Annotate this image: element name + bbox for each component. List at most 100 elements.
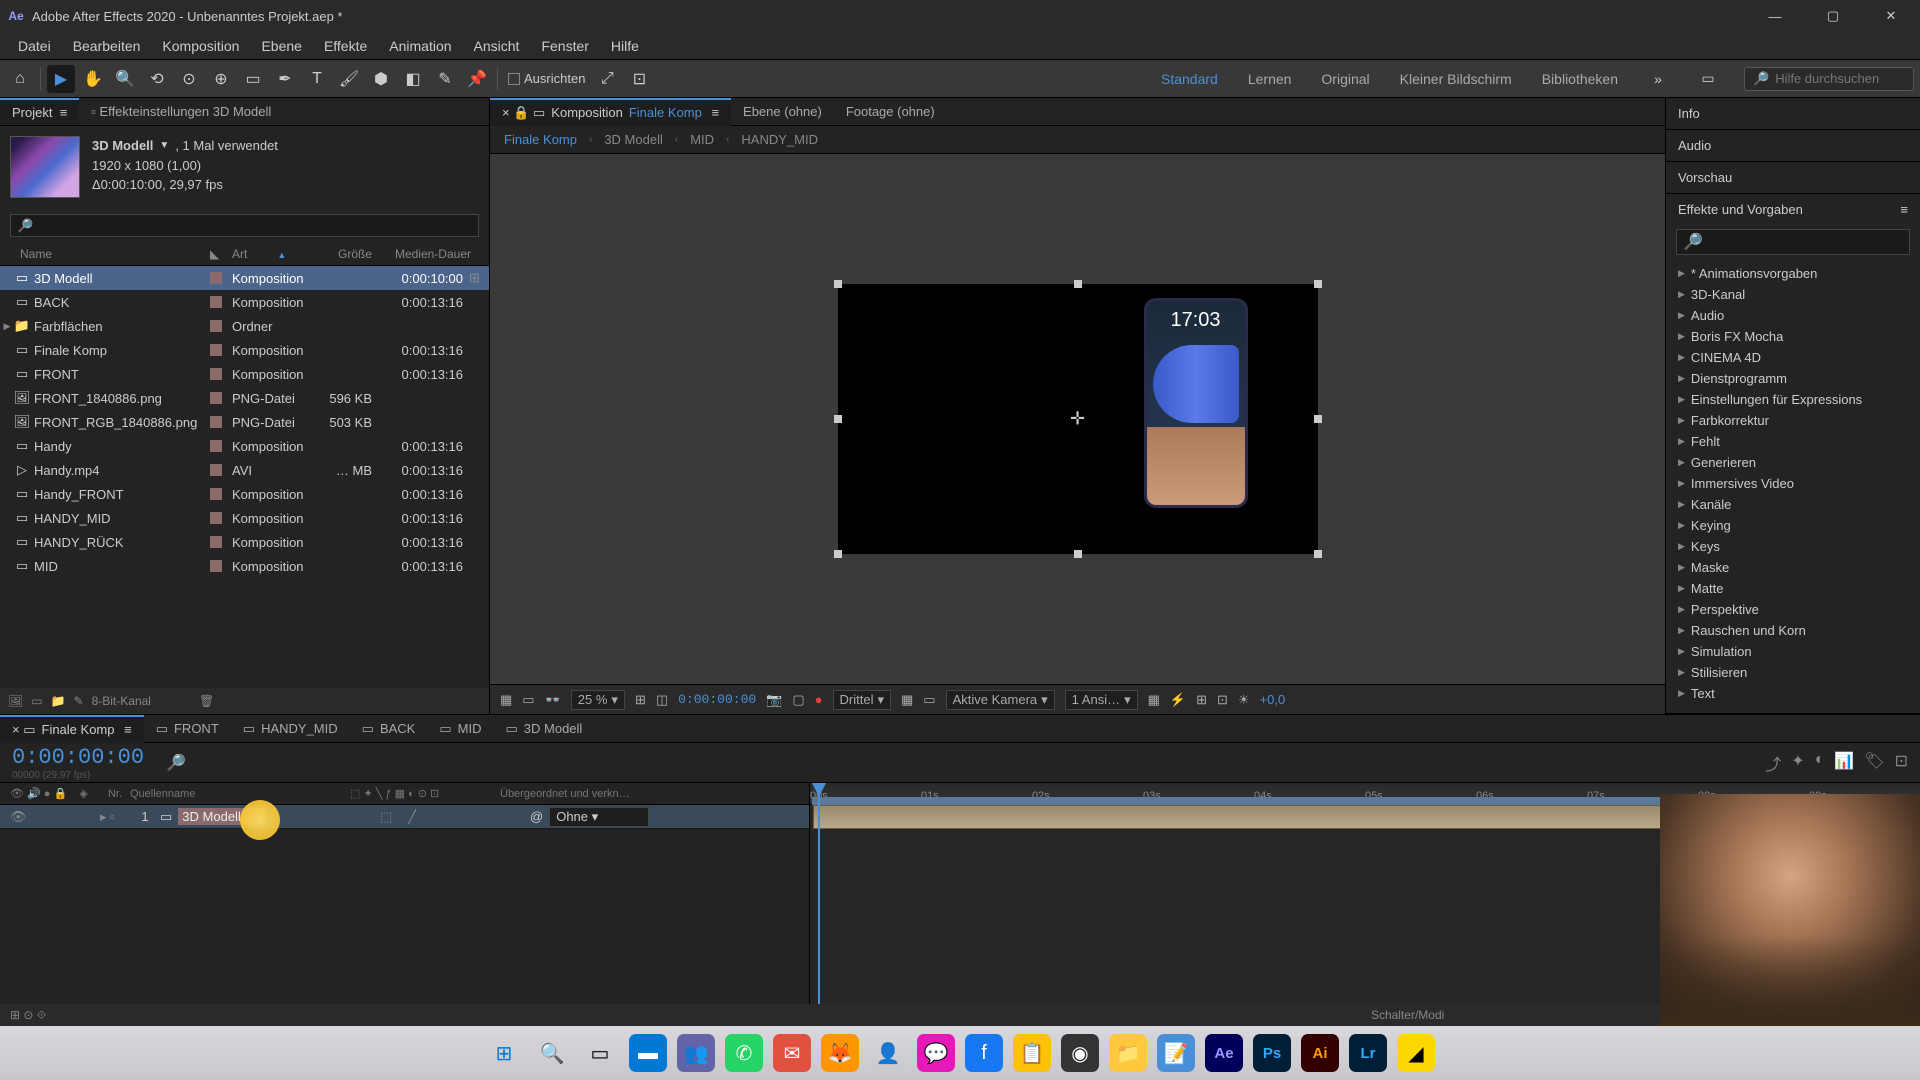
handle-br[interactable] [1314,550,1322,558]
teams-icon[interactable]: 👥 [677,1034,715,1072]
zoom-tool-icon[interactable]: 🔍 [111,65,139,93]
workspace-standard[interactable]: Standard [1157,69,1222,89]
start-icon[interactable]: ⊞ [485,1034,523,1072]
effect-category[interactable]: ▶Rauschen und Korn [1666,620,1920,641]
menu-hilfe[interactable]: Hilfe [601,34,649,58]
project-item[interactable]: ▭HANDY_MIDKomposition0:00:13:16 [0,506,489,530]
tab-projekt[interactable]: Projekt ≡ [0,98,79,125]
app-icon-3[interactable]: ◢ [1397,1034,1435,1072]
menu-fenster[interactable]: Fenster [531,34,598,58]
crumb-0[interactable]: Finale Komp [504,132,577,147]
rect-tool-icon[interactable]: ▭ [239,65,267,93]
facebook-icon[interactable]: f [965,1034,1003,1072]
switch-mode[interactable]: Schalter/Modi [1371,1008,1444,1022]
playhead[interactable] [818,783,820,1004]
tab-effect-settings[interactable]: ▫ Effekteinstellungen 3D Modell [79,99,283,124]
handle-tl[interactable] [834,280,842,288]
effect-category[interactable]: ▶CINEMA 4D [1666,347,1920,368]
trash-icon[interactable]: 🗑 [199,694,214,708]
ae-icon[interactable]: Ae [1205,1034,1243,1072]
workspace-more-icon[interactable]: » [1644,65,1672,93]
help-search[interactable]: 🔎 Hilfe durchsuchen [1744,67,1914,91]
adjust-icon[interactable]: ✎ [74,694,84,708]
vf-pixel-icon[interactable]: ▦ [1148,692,1160,708]
new-folder-icon[interactable]: 📁 [51,694,66,708]
tl-graph-icon[interactable]: 📊 [1834,751,1854,775]
effect-category[interactable]: ▶Keys [1666,536,1920,557]
resolution-dropdown[interactable]: Drittel ▾ [833,690,891,710]
project-item[interactable]: ▭HANDY_RÜCKKomposition0:00:13:16 [0,530,489,554]
menu-ansicht[interactable]: Ansicht [464,34,530,58]
tl-toggle-icon[interactable]: ⊞ ⊙ ⟐ [10,1008,46,1023]
effect-category[interactable]: ▶Boris FX Mocha [1666,326,1920,347]
hand-tool-icon[interactable]: ✋ [79,65,107,93]
effect-category[interactable]: ▶* Animationsvorgaben [1666,263,1920,284]
visibility-icon[interactable]: 👁 [10,809,27,825]
effect-category[interactable]: ▶Keying [1666,515,1920,536]
col-size[interactable]: Größe [316,247,378,261]
text-tool-icon[interactable]: T [303,65,331,93]
eraser-tool-icon[interactable]: ◧ [399,65,427,93]
tl-tab-5[interactable]: ▭ 3D Modell [493,716,594,742]
brush-tool-icon[interactable]: 🖌 [335,65,363,93]
snap-icon[interactable]: ⤢ [593,65,621,93]
whatsapp-icon[interactable]: ✆ [725,1034,763,1072]
project-item[interactable]: 🖼FRONT_RGB_1840886.pngPNG-Datei503 KB [0,410,489,434]
vf-snapshot-icon[interactable]: 📷 [766,692,782,708]
project-item[interactable]: ▭HandyKomposition0:00:13:16 [0,434,489,458]
project-item[interactable]: ▭FRONTKomposition0:00:13:16 [0,362,489,386]
tab-layer[interactable]: Ebene (ohne) [731,99,834,124]
effect-category[interactable]: ▶Kanäle [1666,494,1920,515]
tl-tab-2[interactable]: ▭ HANDY_MID [231,716,350,742]
tl-tab-1[interactable]: ▭ FRONT [144,716,231,742]
tab-footage[interactable]: Footage (ohne) [834,99,947,124]
vf-alpha-icon[interactable]: ▦ [500,692,512,708]
menu-animation[interactable]: Animation [379,34,461,58]
vf-flowchart-icon[interactable]: ⊡ [1217,692,1228,708]
project-item[interactable]: ▭BACKKomposition0:00:13:16 [0,290,489,314]
zoom-dropdown[interactable]: 25 % ▾ [571,690,625,710]
effects-list[interactable]: ▶* Animationsvorgaben▶3D-Kanal▶Audio▶Bor… [1666,259,1920,708]
crumb-2[interactable]: MID [690,132,714,147]
taskview-icon[interactable]: ▭ [581,1034,619,1072]
explorer-icon[interactable]: ▬ [629,1034,667,1072]
views-dropdown[interactable]: 1 Ansi… ▾ [1065,690,1138,710]
menu-ebene[interactable]: Ebene [251,34,311,58]
col-duration[interactable]: Medien-Dauer [378,247,489,261]
vf-color-icon[interactable]: ● [815,692,823,707]
tl-motionblur-icon[interactable]: ◐ [1815,751,1825,775]
project-list[interactable]: ▭3D ModellKomposition0:00:10:00⊞▭BACKKom… [0,266,489,688]
effect-category[interactable]: ▶Matte [1666,578,1920,599]
effect-category[interactable]: ▶Farbkorrektur [1666,410,1920,431]
handle-bc[interactable] [1074,550,1082,558]
app-icon-2[interactable]: 📋 [1013,1034,1051,1072]
stamp-tool-icon[interactable]: ⬢ [367,65,395,93]
puppet-tool-icon[interactable]: 📌 [463,65,491,93]
minimize-button[interactable]: — [1746,0,1804,32]
handle-bl[interactable] [834,550,842,558]
handle-tr[interactable] [1314,280,1322,288]
lr-icon[interactable]: Lr [1349,1034,1387,1072]
project-item[interactable]: ▭Finale KompKomposition0:00:13:16 [0,338,489,362]
workspace-reset-icon[interactable]: ▭ [1694,65,1722,93]
timeline-current-time[interactable]: 0:00:00:00 [12,745,144,770]
effect-category[interactable]: ▶Generieren [1666,452,1920,473]
tl-tab-4[interactable]: ▭ MID [427,716,493,742]
anchor-point-icon[interactable]: ✛ [1070,409,1085,430]
menu-datei[interactable]: Datei [8,34,61,58]
panel-effects[interactable]: Effekte und Vorgaben≡ [1666,194,1920,225]
workspace-original[interactable]: Original [1317,69,1373,89]
camera-dropdown[interactable]: Aktive Kamera ▾ [946,690,1055,710]
tl-tab-0[interactable]: × ▭ Finale Komp ≡ [0,715,144,743]
ai-icon[interactable]: Ai [1301,1034,1339,1072]
vf-grid-icon[interactable]: ⊞ [635,692,646,708]
project-item[interactable]: ▷Handy.mp4AVI… MB0:00:13:16 [0,458,489,482]
tl-shy-icon[interactable]: ⤴ [1765,751,1781,775]
align-checkbox[interactable]: Ausrichten [508,71,585,86]
menu-bearbeiten[interactable]: Bearbeiten [63,34,151,58]
orbit-tool-icon[interactable]: ⟲ [143,65,171,93]
effect-category[interactable]: ▶Immersives Video [1666,473,1920,494]
project-search-input[interactable] [10,214,479,237]
gmail-icon[interactable]: ✉ [773,1034,811,1072]
snap-options-icon[interactable]: ⊡ [625,65,653,93]
